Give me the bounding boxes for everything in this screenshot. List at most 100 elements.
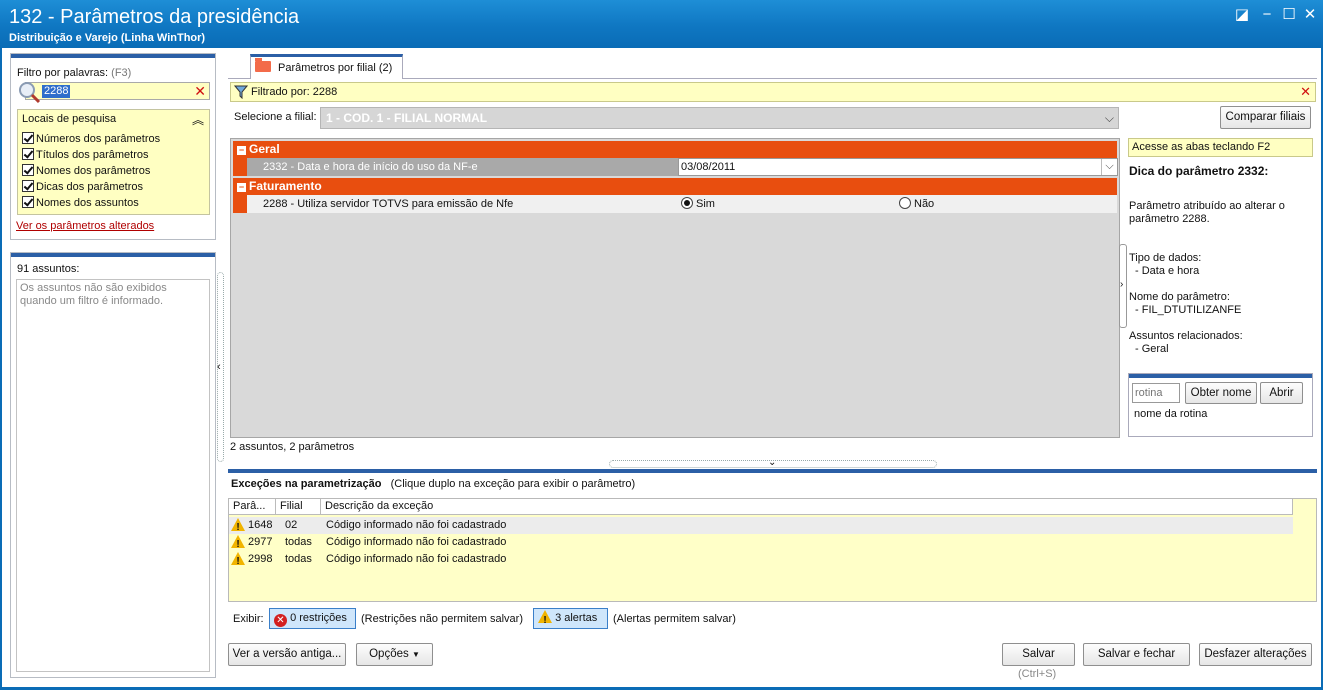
undo-changes-button[interactable]: Desfazer alterações (1199, 643, 1312, 666)
option-dicas[interactable]: Dicas dos parâmetros (22, 180, 143, 195)
radio-nao[interactable]: Não (899, 197, 934, 210)
search-places-box: Locais de pesquisa ︽ Números dos parâmet… (17, 109, 210, 215)
col-param[interactable]: Parâ... (229, 499, 276, 515)
tip-data-type: - Data e hora (1135, 265, 1200, 277)
dropdown-icon: ▼ (411, 650, 420, 659)
filter-label: Filtro por palavras: (F3) (17, 67, 132, 79)
chevron-down-icon[interactable]: ⌵ (1105, 108, 1114, 128)
warning-icon (231, 552, 245, 570)
option-numeros[interactable]: Números dos parâmetros (22, 132, 160, 147)
tip-param-name-label: Nome do parâmetro: (1129, 291, 1230, 303)
window-subtitle: Distribuição e Varejo (Linha WinThor) (9, 32, 206, 44)
chevron-down-icon[interactable]: ⌵ (1101, 159, 1117, 175)
radio-icon[interactable] (899, 197, 911, 209)
param-row-2332[interactable]: 2332 - Data e hora de início do uso da N… (233, 158, 1118, 176)
error-icon: ✕ (274, 614, 287, 627)
collapse-left-icon[interactable]: ‹ (217, 361, 221, 373)
window-title: 132 - Parâmetros da presidência (9, 6, 300, 28)
table-row[interactable]: 2977 todas Código informado não foi cada… (229, 534, 1293, 553)
date-input[interactable]: 03/08/2011 ⌵ (678, 158, 1118, 176)
warning-icon (231, 535, 245, 553)
funnel-icon (234, 85, 248, 99)
changed-params-link[interactable]: Ver os parâmetros alterados (16, 220, 154, 232)
tab-parametros-filial[interactable]: Parâmetros por filial (2) (250, 54, 403, 79)
checkbox-icon[interactable] (22, 164, 34, 176)
subjects-panel: 91 assuntos: Os assuntos não são exibido… (10, 252, 216, 678)
filter-input-value[interactable]: 2288 (42, 85, 71, 98)
restrictions-note: (Restrições não permitem salvar) (361, 613, 523, 625)
clear-filter-bar-icon[interactable]: ✕ (1300, 84, 1311, 100)
horizontal-splitter[interactable]: ⌄ (609, 457, 937, 468)
tip-collapse-handle[interactable]: › (1119, 244, 1127, 328)
checkbox-icon[interactable] (22, 132, 34, 144)
filial-select[interactable]: 1 - COD. 1 - FILIAL NORMAL ⌵ (320, 107, 1119, 129)
radio-sim[interactable]: Sim (681, 197, 715, 210)
group-geral[interactable]: − Geral (233, 141, 1117, 158)
radio-selected-icon[interactable] (681, 197, 693, 209)
col-filial[interactable]: Filial (276, 499, 321, 515)
rotina-input[interactable] (1132, 383, 1180, 403)
folder-icon (255, 58, 271, 72)
maximize-button[interactable]: ☐ (1280, 6, 1298, 24)
param-row-2288[interactable]: 2288 - Utiliza servidor TOTVS para emiss… (233, 195, 1117, 213)
abrir-button[interactable]: Abrir (1260, 382, 1303, 404)
group-faturamento[interactable]: − Faturamento (233, 178, 1117, 195)
exceptions-table: Parâ... Filial Descrição da exceção 1648… (228, 498, 1317, 602)
save-shortcut: (Ctrl+S) (1018, 668, 1057, 680)
table-row[interactable]: 2998 todas Código informado não foi cada… (229, 551, 1293, 570)
option-titulos[interactable]: Títulos dos parâmetros (22, 148, 149, 163)
collapse-group-icon[interactable]: − (237, 183, 246, 192)
tip-related-label: Assuntos relacionados: (1129, 330, 1243, 342)
compare-filiais-button[interactable]: Comparar filiais (1220, 106, 1311, 129)
subjects-list[interactable]: Os assuntos não são exibidos quando um f… (16, 279, 210, 672)
rotina-name-label: nome da rotina (1134, 408, 1208, 420)
filter-panel: Filtro por palavras: (F3) 2288 ✕ Locais … (10, 53, 216, 240)
chevron-right-icon: › (1120, 279, 1124, 290)
option-assuntos[interactable]: Nomes dos assuntos (22, 196, 139, 211)
filtered-by-bar: Filtrado por: 2288 ✕ (230, 82, 1316, 102)
tip-hint: Acesse as abas teclando F2 (1128, 138, 1313, 157)
collapse-group-icon[interactable]: − (237, 146, 246, 155)
warning-icon (231, 518, 245, 536)
save-close-button[interactable]: Salvar e fechar (1083, 643, 1190, 666)
param-label: 2332 - Data e hora de início do uso da N… (263, 161, 478, 173)
alerts-toggle[interactable]: 3 alertas (533, 608, 608, 630)
checkbox-icon[interactable] (22, 148, 34, 160)
search-places-title: Locais de pesquisa (22, 113, 117, 125)
close-button[interactable]: ✕ (1301, 6, 1319, 24)
restrictions-toggle[interactable]: ✕ 0 restrições (269, 608, 356, 629)
tip-related: - Geral (1135, 343, 1169, 355)
clear-filter-icon[interactable]: ✕ (194, 83, 206, 99)
tip-param-name: - FIL_DTUTILIZANFE (1135, 304, 1242, 316)
param-label: 2288 - Utiliza servidor TOTVS para emiss… (263, 198, 514, 210)
chevron-down-icon: ⌄ (768, 457, 777, 468)
options-button[interactable]: Opções ▼ (356, 643, 433, 666)
filter-input[interactable]: 2288 ✕ (19, 82, 210, 104)
old-version-button[interactable]: Ver a versão antiga... (228, 643, 346, 666)
exceptions-bar (228, 469, 1317, 473)
obter-nome-button[interactable]: Obter nome (1185, 382, 1257, 404)
checkbox-icon[interactable] (22, 196, 34, 208)
collapse-up-icon[interactable]: ︽ (192, 111, 204, 128)
rotina-box: Obter nome Abrir nome da rotina (1128, 373, 1313, 437)
warning-icon (538, 610, 552, 630)
filial-label: Selecione a filial: (234, 111, 317, 123)
magnifier-icon (19, 82, 41, 104)
restore-icon[interactable]: ◪ (1233, 6, 1251, 24)
parameters-grid: − Geral 2332 - Data e hora de início do u… (230, 138, 1120, 438)
alerts-note: (Alertas permitem salvar) (613, 613, 736, 625)
table-row[interactable]: 1648 02 Código informado não foi cadastr… (229, 517, 1293, 536)
save-button[interactable]: Salvar (1002, 643, 1075, 666)
minimize-button[interactable]: − (1258, 6, 1276, 24)
title-bar: 132 - Parâmetros da presidência Distribu… (0, 0, 1323, 48)
filtered-by-text: Filtrado por: 2288 (251, 86, 338, 98)
col-descricao[interactable]: Descrição da exceção (321, 499, 1293, 515)
option-nomes[interactable]: Nomes dos parâmetros (22, 164, 150, 179)
subjects-count: 91 assuntos: (17, 263, 80, 275)
summary-text: 2 assuntos, 2 parâmetros (230, 441, 355, 453)
checkbox-icon[interactable] (22, 180, 34, 192)
tip-data-type-label: Tipo de dados: (1129, 252, 1202, 264)
exceptions-header: Exceções na parametrização (Clique duplo… (231, 478, 636, 490)
tip-description: Parâmetro atribuído ao alterar o parâmet… (1129, 200, 1285, 225)
tip-title: Dica do parâmetro 2332: (1129, 164, 1269, 178)
